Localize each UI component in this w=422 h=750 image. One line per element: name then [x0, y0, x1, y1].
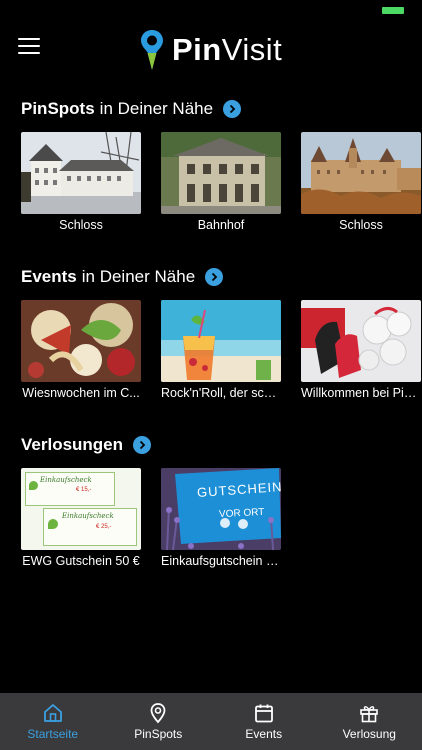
pinspot-caption: Schloss [339, 218, 383, 232]
voucher-amount: € 15,- [76, 487, 92, 493]
logo-text-light: Visit [221, 32, 283, 67]
tab-label: PinSpots [134, 727, 183, 741]
event-image-drink [161, 300, 281, 382]
pinvisit-logo: PinVisit [140, 28, 282, 72]
section-title-bold: Events [21, 267, 77, 286]
pinspot-card[interactable]: Schloss [21, 132, 141, 232]
tab-pinspots[interactable]: PinSpots [106, 693, 212, 750]
event-card[interactable]: Wiesnwochen im C... [21, 300, 141, 400]
event-image-giveaways [301, 300, 421, 382]
tab-label: Startseite [27, 727, 79, 741]
bottom-tab-bar: Startseite PinSpots Events Verlosung [0, 693, 422, 750]
home-icon [43, 704, 62, 722]
section-title-rest: in Deiner Nähe [81, 267, 196, 286]
pinspot-card[interactable]: Bahnhof [161, 132, 281, 232]
chevron-right-icon [139, 440, 146, 450]
tab-verlosung[interactable]: Verlosung [317, 693, 422, 750]
section-title-events[interactable]: Events in Deiner Nähe [21, 265, 224, 289]
raffle-card[interactable]: Einkaufscheck € 15,- Einkaufscheck € 25,… [21, 468, 141, 568]
pinspot-caption: Schloss [59, 218, 103, 232]
section-title-bold: Verlosungen [21, 435, 124, 454]
app-header: PinVisit [0, 22, 422, 78]
event-image-food [21, 300, 141, 382]
calendar-icon [254, 704, 273, 723]
map-pin-icon [150, 703, 166, 724]
pinspot-image-schloss [21, 132, 141, 214]
pinspot-caption: Bahnhof [197, 218, 245, 232]
gift-icon [360, 706, 379, 723]
hamburger-menu-button[interactable] [18, 38, 40, 58]
event-card[interactable]: Rock'n'Roll, der sch... [161, 300, 281, 400]
raffle-image-voucher: Einkaufscheck € 15,- Einkaufscheck € 25,… [21, 468, 141, 550]
section-title-bold: PinSpots [21, 99, 95, 118]
raffle-caption: EWG Gutschein 50 € [22, 554, 140, 568]
section-events: Events in Deiner Nähe Wiesnwochen im C..… [0, 265, 422, 415]
raffle-caption: Einkaufsgutschein 1... [161, 554, 281, 568]
status-bar [0, 0, 422, 20]
voucher-title: Einkaufscheck [62, 512, 114, 520]
pinspot-image-bahnhof [161, 132, 281, 214]
section-title-pinspots[interactable]: PinSpots in Deiner Nähe [21, 97, 242, 121]
tab-label: Events [245, 727, 283, 741]
event-caption: Rock'n'Roll, der sch... [161, 386, 281, 400]
pinspot-image-schloss-2 [301, 132, 421, 214]
tab-label: Verlosung [342, 727, 396, 741]
chevron-right-icon [212, 272, 218, 282]
voucher-title: Einkaufscheck [40, 476, 92, 484]
event-caption: Wiesnwochen im C... [22, 386, 140, 400]
verlosungen-more-button[interactable] [133, 436, 152, 454]
pinspots-more-button[interactable] [223, 100, 242, 118]
section-pinspots: PinSpots in Deiner Nähe Schloss Bahnhof … [0, 97, 422, 247]
chevron-right-icon [229, 104, 236, 114]
logo-wordmark: PinVisit [172, 32, 282, 68]
pinspot-card[interactable]: Schloss [301, 132, 421, 232]
tab-startseite[interactable]: Startseite [0, 693, 106, 750]
section-title-verlosungen[interactable]: Verlosungen [21, 433, 152, 457]
logo-pin-icon [141, 30, 163, 70]
section-verlosungen: Verlosungen Einkaufscheck € 15,- Einkauf… [0, 433, 422, 583]
logo-text-bold: Pin [172, 32, 222, 67]
raffle-image-gutschein: GUTSCHEIN VOR ORT [161, 468, 281, 550]
event-card[interactable]: Willkommen bei Pin... [301, 300, 421, 400]
raffle-card[interactable]: GUTSCHEIN VOR ORT Einkaufsgutschein 1... [161, 468, 281, 568]
voucher-amount: € 25,- [96, 524, 112, 530]
tab-events[interactable]: Events [211, 693, 317, 750]
section-title-rest: in Deiner Nähe [99, 99, 214, 118]
battery-icon [382, 7, 404, 14]
events-more-button[interactable] [205, 268, 224, 286]
event-caption: Willkommen bei Pin... [301, 386, 421, 400]
